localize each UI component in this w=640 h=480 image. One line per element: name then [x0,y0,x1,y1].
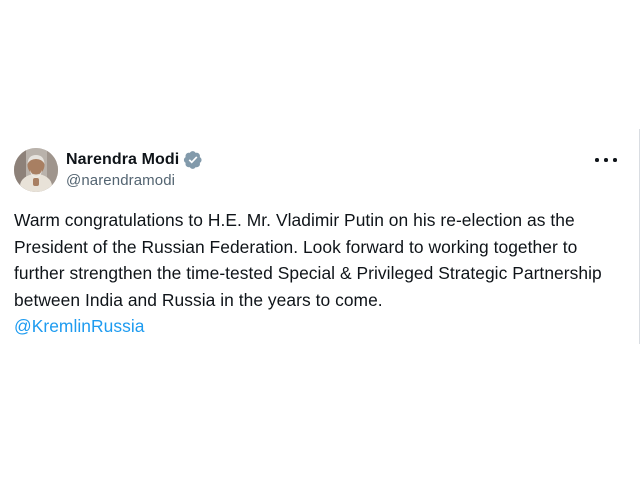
tweet-text: Warm congratulations to H.E. Mr. Vladimi… [14,210,602,310]
tweet-body: Warm congratulations to H.E. Mr. Vladimi… [14,207,626,340]
avatar-photo-icon [14,148,58,192]
mention-link[interactable]: @KremlinRussia [14,316,144,336]
author-name-row: Narendra Modi [66,149,203,171]
author-handle[interactable]: @narendramodi [66,172,203,189]
more-horizontal-icon [604,158,608,162]
verified-badge-icon[interactable] [183,150,203,170]
more-options-button[interactable] [595,155,617,165]
author-info: Narendra Modi @narendramodi [66,149,203,189]
more-horizontal-icon [595,158,599,162]
author-display-name[interactable]: Narendra Modi [66,151,179,169]
tweet-card: Narendra Modi @narendramodi Warm congrat… [0,129,640,344]
author-avatar[interactable] [14,148,58,192]
more-horizontal-icon [613,158,617,162]
